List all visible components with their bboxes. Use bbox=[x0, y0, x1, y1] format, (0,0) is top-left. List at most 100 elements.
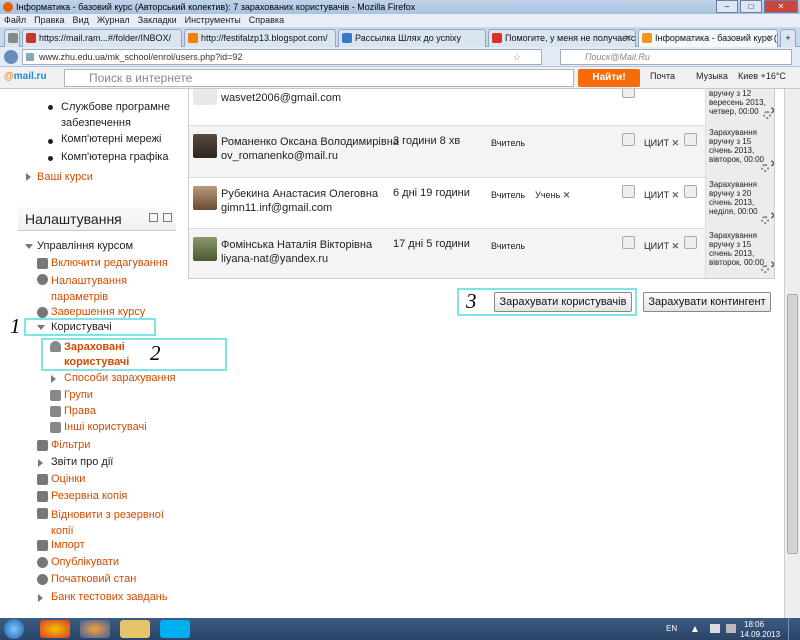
show-desktop-button[interactable] bbox=[788, 618, 798, 640]
unenrol-icon[interactable]: ✕ bbox=[770, 107, 774, 117]
sidebar-grades[interactable]: Оцінки bbox=[51, 473, 85, 485]
explorer-icon[interactable] bbox=[120, 620, 150, 638]
add-group-button[interactable] bbox=[684, 185, 697, 198]
sidebar-edit-settings[interactable]: Налаштування параметрів bbox=[51, 273, 176, 305]
remove-group-icon[interactable]: ✕ bbox=[672, 190, 680, 200]
sidebar-my-courses[interactable]: Ваші курси bbox=[37, 171, 93, 183]
sidebar-reset[interactable]: Початковий стан bbox=[51, 573, 136, 585]
mailru-search-input[interactable]: Поиск в интернете bbox=[64, 69, 574, 87]
unenrol-icon[interactable]: ✕ bbox=[770, 160, 774, 170]
close-tab-icon[interactable]: ✕ bbox=[766, 30, 774, 46]
sidebar-course-admin[interactable]: Управління курсом bbox=[37, 240, 133, 252]
sidebar-filters[interactable]: Фільтри bbox=[51, 439, 90, 451]
sidebar-reports[interactable]: Звіти про дії bbox=[51, 456, 113, 468]
language-indicator[interactable]: EN bbox=[666, 624, 677, 633]
close-window-button[interactable]: ✕ bbox=[764, 0, 798, 13]
sidebar-other-users[interactable]: Інші користувачі bbox=[64, 421, 147, 433]
sidebar-question-bank[interactable]: Банк тестових завдань bbox=[51, 591, 168, 603]
assign-role-button[interactable] bbox=[622, 236, 635, 249]
user-name[interactable]: Фомінська Наталія Вікторівна bbox=[221, 238, 372, 252]
tab-blogspot[interactable]: http://festifalzp13.blogspot.com/ bbox=[184, 29, 336, 47]
remove-group-icon[interactable]: ✕ bbox=[672, 138, 680, 148]
sidebar-restore[interactable]: Відновити з резервної копії bbox=[51, 507, 171, 539]
tab-mail[interactable]: https://mail.ram...#/folder/INBOX/ bbox=[22, 29, 182, 47]
weather-link[interactable]: Киев +16°С bbox=[738, 71, 786, 81]
unenrol-icon[interactable]: ✕ bbox=[770, 261, 774, 271]
page-scrollbar[interactable] bbox=[784, 89, 800, 618]
sidebar-publish[interactable]: Опублікувати bbox=[51, 556, 119, 568]
mailru-search-placeholder: Поиск в интернете bbox=[89, 71, 193, 85]
mailru-logo[interactable]: @mail.ru bbox=[4, 71, 47, 82]
tray-arrow-icon[interactable]: ▲ bbox=[690, 624, 700, 635]
back-icon[interactable] bbox=[4, 50, 18, 64]
expand-icon[interactable] bbox=[38, 459, 43, 467]
enrol-users-button[interactable]: Зарахувати користувачів bbox=[494, 292, 632, 312]
expand-icon[interactable] bbox=[26, 173, 31, 181]
start-button[interactable] bbox=[4, 619, 24, 639]
clock-time[interactable]: 18:06 bbox=[744, 620, 764, 629]
site-identity-icon[interactable] bbox=[26, 53, 34, 61]
remove-role-icon[interactable]: ✕ bbox=[563, 190, 571, 200]
mailru-find-button[interactable]: Найти! bbox=[578, 69, 640, 87]
collapse-icon[interactable] bbox=[37, 325, 45, 330]
menu-file[interactable]: Файл bbox=[4, 14, 26, 27]
sidebar-enrol-methods[interactable]: Способи зарахування bbox=[64, 372, 176, 384]
menu-help[interactable]: Справка bbox=[249, 14, 284, 27]
add-group-button[interactable] bbox=[622, 89, 635, 98]
sidebar-enrolled-users[interactable]: Зараховані користувачі bbox=[64, 340, 154, 370]
tab-gmail[interactable]: Помогите, у меня не получается?...✕ bbox=[488, 29, 636, 47]
flag-icon[interactable] bbox=[710, 624, 720, 633]
user-name[interactable]: Романенко Оксана Володимирівна bbox=[221, 135, 399, 149]
collapse-block-icon[interactable] bbox=[149, 213, 158, 222]
assign-role-button[interactable] bbox=[622, 185, 635, 198]
user-name[interactable]: Рубекина Анастасия Олеговна bbox=[221, 187, 378, 201]
firefox-taskbar-icon[interactable] bbox=[80, 620, 110, 638]
sidebar-item-software[interactable]: Службове програмне забезпечення bbox=[61, 99, 173, 131]
maximize-button[interactable]: □ bbox=[740, 0, 762, 13]
bookmark-star-icon[interactable]: ☆ bbox=[513, 50, 521, 64]
assign-role-button[interactable] bbox=[622, 133, 635, 146]
chrome-icon[interactable] bbox=[40, 620, 70, 638]
gear-icon[interactable] bbox=[761, 265, 769, 273]
scrollbar-thumb[interactable] bbox=[787, 294, 798, 554]
network-icon[interactable] bbox=[726, 624, 736, 633]
gear-icon[interactable] bbox=[761, 216, 769, 224]
sidebar-import[interactable]: Імпорт bbox=[51, 539, 85, 551]
music-link[interactable]: Музыка bbox=[696, 71, 728, 81]
remove-group-icon[interactable]: ✕ bbox=[672, 241, 680, 251]
close-tab-icon[interactable]: ✕ bbox=[624, 30, 632, 46]
sidebar-permissions[interactable]: Права bbox=[64, 405, 96, 417]
search-field[interactable]: Поиск@Mail.Ru bbox=[560, 49, 792, 65]
enrol-cohort-button[interactable]: Зарахувати контингент bbox=[643, 292, 771, 312]
menu-history[interactable]: Журнал bbox=[97, 14, 130, 27]
sidebar-item-graphics[interactable]: Комп'ютерна графіка bbox=[61, 151, 168, 163]
menu-view[interactable]: Вид bbox=[73, 14, 89, 27]
sidebar-backup[interactable]: Резервна копія bbox=[51, 490, 127, 502]
new-tab-button[interactable]: + bbox=[780, 29, 796, 47]
unenrol-icon[interactable]: ✕ bbox=[770, 212, 774, 222]
menu-edit[interactable]: Правка bbox=[34, 14, 64, 27]
tab-list-button[interactable] bbox=[4, 29, 20, 47]
sidebar-course-completion[interactable]: Завершення курсу bbox=[51, 306, 145, 318]
sidebar-item-networks[interactable]: Комп'ютерні мережі bbox=[61, 133, 161, 145]
expand-icon[interactable] bbox=[51, 375, 56, 383]
gear-icon[interactable] bbox=[761, 164, 769, 172]
clock-date[interactable]: 14.09.2013 bbox=[740, 630, 780, 639]
dock-block-icon[interactable] bbox=[163, 213, 172, 222]
add-group-button[interactable] bbox=[684, 133, 697, 146]
tab-rassylka[interactable]: Рассылка Шлях до успіху bbox=[338, 29, 486, 47]
skype-icon[interactable] bbox=[160, 620, 190, 638]
collapse-icon[interactable] bbox=[25, 244, 33, 249]
menu-bookmarks[interactable]: Закладки bbox=[138, 14, 177, 27]
expand-icon[interactable] bbox=[38, 594, 43, 602]
mail-link[interactable]: Почта bbox=[650, 71, 675, 81]
url-field[interactable]: www.zhu.edu.ua/mk_school/enrol/users.php… bbox=[22, 49, 542, 65]
blogger-favicon-icon bbox=[188, 33, 198, 43]
minimize-button[interactable]: – bbox=[716, 0, 738, 13]
tab-informatika[interactable]: Інформатика - базовий курс (Авт...✕ bbox=[638, 29, 778, 47]
menu-tools[interactable]: Инструменты bbox=[185, 14, 241, 27]
sidebar-enable-editing[interactable]: Включити редагування bbox=[51, 257, 168, 269]
add-group-button[interactable] bbox=[684, 236, 697, 249]
sidebar-groups[interactable]: Групи bbox=[64, 389, 93, 401]
sidebar-users[interactable]: Користувачі bbox=[51, 321, 112, 333]
